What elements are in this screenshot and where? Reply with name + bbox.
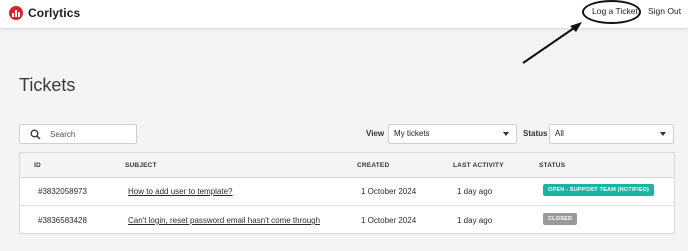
- column-header-last-activity[interactable]: LAST ACTIVITY: [453, 162, 504, 169]
- view-select-value: My tickets: [394, 129, 430, 138]
- view-select[interactable]: My tickets: [388, 124, 517, 144]
- table-header: ID SUBJECT CREATED LAST ACTIVITY STATUS: [20, 153, 674, 178]
- ticket-last-activity: 1 day ago: [457, 187, 493, 196]
- tickets-table: ID SUBJECT CREATED LAST ACTIVITY STATUS …: [19, 152, 675, 234]
- ticket-id: #3832058973: [38, 187, 87, 196]
- ticket-subject-link[interactable]: How to add user to template?: [128, 187, 233, 196]
- search-field[interactable]: [19, 124, 137, 144]
- ticket-last-activity: 1 day ago: [457, 216, 493, 225]
- status-badge: OPEN - SUPPORT TEAM (NOTIFIED): [543, 184, 655, 196]
- table-row[interactable]: #3832058973 How to add user to template?…: [20, 177, 674, 206]
- ticket-subject-link[interactable]: Can't login, reset password email hasn't…: [128, 216, 320, 225]
- ticket-id: #3836583428: [38, 216, 87, 225]
- column-header-status[interactable]: STATUS: [539, 162, 565, 169]
- chevron-down-icon: [503, 132, 509, 136]
- ticket-created: 1 October 2024: [361, 216, 417, 225]
- view-filter-label: View: [366, 129, 385, 138]
- status-select[interactable]: All: [549, 124, 674, 144]
- column-header-id[interactable]: ID: [34, 162, 41, 169]
- table-row[interactable]: #3836583428 Can't login, reset password …: [20, 206, 674, 234]
- status-badge: CLOSED: [543, 213, 578, 225]
- search-input[interactable]: [50, 127, 130, 141]
- column-header-created[interactable]: CREATED: [357, 162, 389, 169]
- status-select-value: All: [555, 129, 564, 138]
- column-header-subject[interactable]: SUBJECT: [125, 162, 157, 169]
- search-icon: [30, 129, 41, 140]
- page-title: Tickets: [19, 75, 76, 95]
- ticket-created: 1 October 2024: [361, 187, 417, 196]
- status-filter-label: Status: [523, 129, 548, 138]
- chevron-down-icon: [660, 132, 666, 136]
